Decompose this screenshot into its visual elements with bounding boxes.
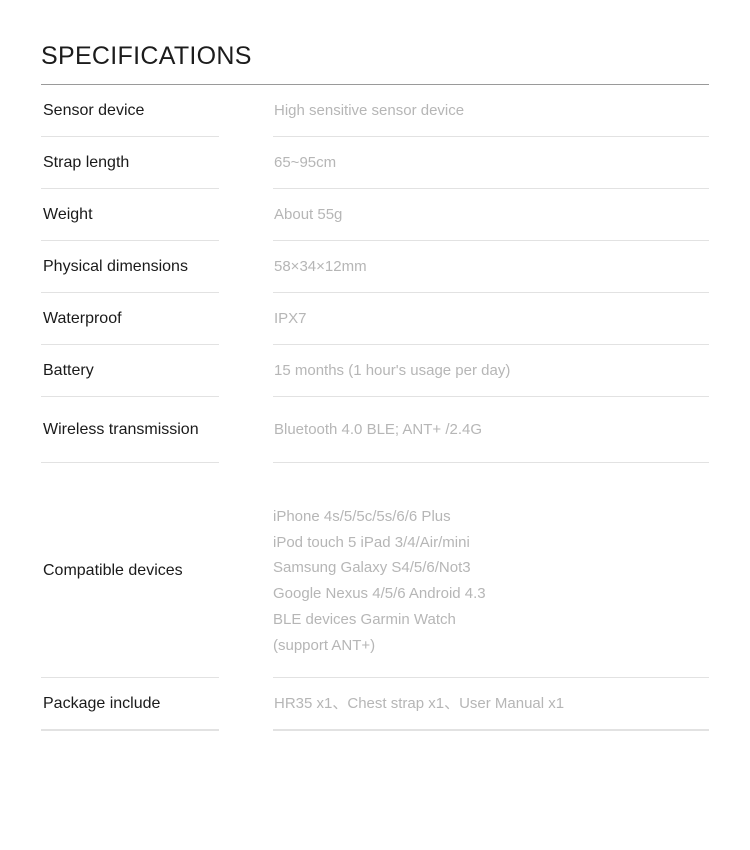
spec-value-cell: High sensitive sensor device: [273, 85, 709, 137]
table-row: Waterproof IPX7: [41, 293, 709, 345]
table-row: Weight About 55g: [41, 189, 709, 241]
spec-label: Physical dimensions: [43, 258, 188, 276]
spec-value-line: iPod touch 5 iPad 3/4/Air/mini: [273, 533, 470, 551]
spec-label-cell: Waterproof: [41, 293, 273, 345]
table-row: Sensor device High sensitive sensor devi…: [41, 85, 709, 137]
spec-value: High sensitive sensor device: [274, 101, 465, 119]
spec-value: iPhone 4s/5/5c/5s/6/6 Plus iPod touch 5 …: [273, 470, 709, 658]
table-bottom-divider-right: [273, 729, 709, 731]
spec-label-cell: Physical dimensions: [41, 241, 273, 293]
spec-label: Compatible devices: [41, 548, 183, 593]
spec-label: Battery: [43, 362, 94, 380]
spec-label-cell: Package include: [41, 678, 273, 730]
spec-value-line: Samsung Galaxy S4/5/6/Not3: [273, 559, 471, 577]
spec-value: 15 months (1 hour's usage per day): [274, 361, 511, 379]
spec-value-line: iPhone 4s/5/5c/5s/6/6 Plus: [273, 507, 451, 525]
spec-value-cell: 58×34×12mm: [273, 241, 709, 293]
spec-value: HR35 x1、Chest strap x1、User Manual x1: [274, 694, 565, 712]
spec-label-cell: Compatible devices: [41, 463, 273, 678]
table-row: Strap length 65~95cm: [41, 137, 709, 189]
spec-label: Sensor device: [43, 102, 145, 120]
page-title: SPECIFICATIONS: [41, 42, 252, 70]
specifications-table: Sensor device High sensitive sensor devi…: [41, 85, 709, 730]
spec-value: About 55g: [274, 205, 343, 223]
spec-value-cell: Bluetooth 4.0 BLE; ANT+ /2.4G: [273, 397, 709, 463]
spec-label-cell: Sensor device: [41, 85, 273, 137]
spec-value-cell: IPX7: [273, 293, 709, 345]
spec-value-cell: 65~95cm: [273, 137, 709, 189]
spec-label-cell: Strap length: [41, 137, 273, 189]
specifications-sheet: SPECIFICATIONS Sensor device High sensit…: [0, 0, 750, 850]
spec-label: Package include: [43, 695, 161, 713]
spec-label-line: devices: [128, 561, 183, 579]
spec-value-cell: iPhone 4s/5/5c/5s/6/6 Plus iPod touch 5 …: [273, 463, 709, 678]
spec-value: IPX7: [274, 309, 307, 327]
spec-label: Strap length: [43, 154, 130, 172]
spec-label: Waterproof: [43, 310, 122, 328]
spec-value: 65~95cm: [274, 153, 337, 171]
spec-value-cell: HR35 x1、Chest strap x1、User Manual x1: [273, 678, 709, 730]
spec-value-cell: 15 months (1 hour's usage per day): [273, 345, 709, 397]
spec-label-line: transmission: [108, 421, 199, 439]
spec-value-line: (support ANT+): [273, 636, 376, 654]
table-bottom-divider: [41, 729, 709, 731]
spec-label-cell: Battery: [41, 345, 273, 397]
spec-label-line: Wireless: [43, 421, 105, 439]
table-row: Package include HR35 x1、Chest strap x1、U…: [41, 678, 709, 730]
table-row: Battery 15 months (1 hour's usage per da…: [41, 345, 709, 397]
spec-label: Weight: [43, 206, 93, 224]
spec-label-cell: Wireless transmission: [41, 397, 273, 463]
table-bottom-divider-left: [41, 729, 219, 731]
spec-value-cell: About 55g: [273, 189, 709, 241]
spec-value-line: BLE devices Garmin Watch: [273, 610, 456, 628]
spec-value-line: Google Nexus 4/5/6 Android 4.3: [273, 585, 486, 603]
spec-value: Bluetooth 4.0 BLE; ANT+ /2.4G: [274, 420, 483, 438]
spec-label: Wireless transmission: [41, 407, 199, 452]
spec-label-line: Compatible: [43, 561, 124, 579]
spec-value: 58×34×12mm: [274, 257, 367, 275]
table-row: Compatible devices iPhone 4s/5/5c/5s/6/6…: [41, 463, 709, 678]
table-row: Wireless transmission Bluetooth 4.0 BLE;…: [41, 397, 709, 463]
table-row: Physical dimensions 58×34×12mm: [41, 241, 709, 293]
spec-label-cell: Weight: [41, 189, 273, 241]
